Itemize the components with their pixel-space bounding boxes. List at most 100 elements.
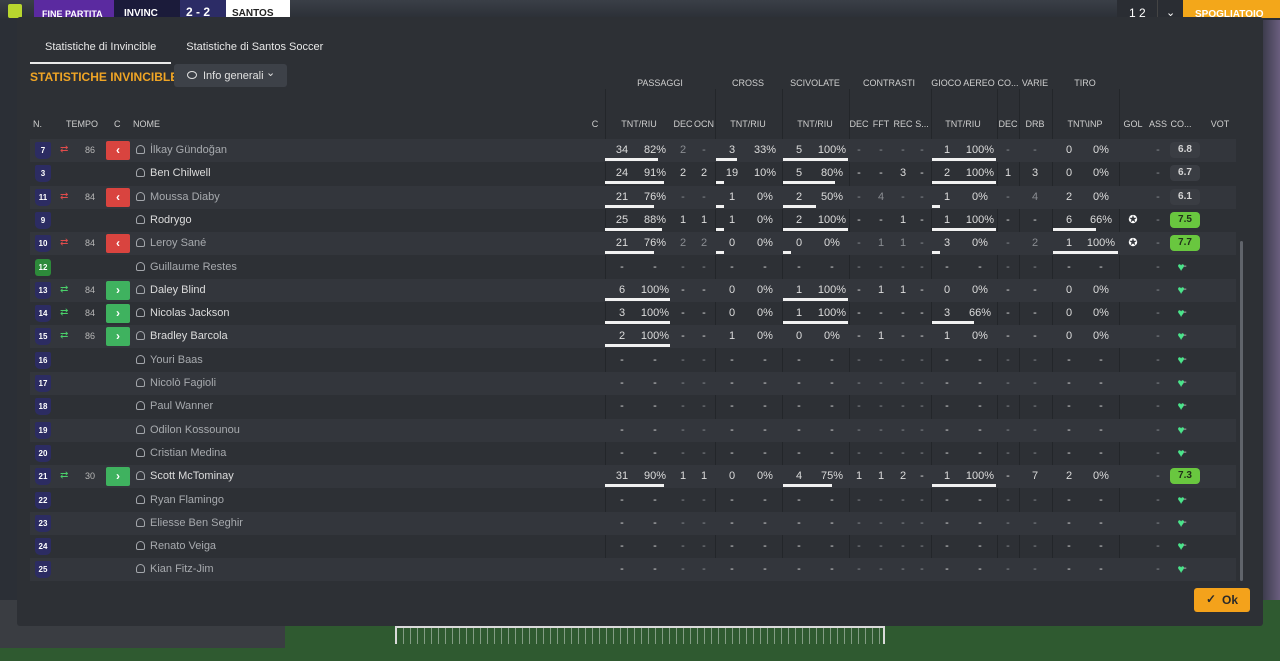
column-header-tempo[interactable]: TEMPO — [66, 119, 98, 129]
column-header-pass-ocn[interactable]: OCN — [694, 119, 714, 129]
player-name[interactable]: Daley Blind — [150, 284, 206, 296]
player-name[interactable]: Renato Veiga — [150, 540, 216, 552]
stat-cell: 0% — [972, 237, 988, 250]
player-name[interactable]: Ryan Flamingo — [150, 494, 224, 506]
stat-cell: 0 — [943, 283, 951, 296]
player-name[interactable]: Scott McTominay — [150, 470, 234, 482]
shirt-number: 18 — [35, 398, 51, 416]
scrollbar[interactable] — [1240, 241, 1243, 581]
player-name[interactable]: Moussa Diaby — [150, 191, 220, 203]
stat-cell: - — [901, 563, 905, 576]
stat-cell: - — [879, 377, 883, 389]
player-name[interactable]: İlkay Gündoğan — [150, 144, 227, 156]
stat-cell: 21 — [615, 190, 629, 203]
column-header-co-dec[interactable]: DEC — [998, 119, 1017, 129]
player-name[interactable]: Youri Baas — [150, 354, 203, 366]
player-row[interactable]: 10 ⇄ 84 ‹ Leroy Sané 21 76% 2 2 0 0% 0 0% -1 1-3 0% -2 1 1… — [30, 232, 1236, 256]
player-name[interactable]: Odilon Kossounou — [150, 424, 240, 436]
player-name[interactable]: Bradley Barcola — [150, 330, 228, 342]
column-header-nome[interactable]: NOME — [133, 119, 160, 129]
player-name[interactable]: Paul Wanner — [150, 400, 213, 412]
stat-cell: - — [653, 563, 657, 576]
player-row[interactable]: 19 Odilon Kossounou - - - - - - - - - - - - - - - - - - - ♥ - — [30, 418, 1236, 442]
stat-cell: - — [1156, 377, 1160, 389]
player-row[interactable]: 12 Guillaume Restes - - - - - - - - - - - - - - - - - - - ♥ - — [30, 256, 1236, 279]
player-name[interactable]: Leroy Sané — [150, 237, 206, 249]
player-row[interactable]: 16 Youri Baas - - - - - - - - - - - - - - - - - - - ♥ - — [30, 349, 1236, 372]
home-team: INVINC — [114, 0, 184, 19]
column-header-gol[interactable]: GOL — [1123, 119, 1142, 129]
chevron-right-icon[interactable]: › — [106, 327, 130, 347]
column-header-con-dec[interactable]: DEC — [849, 119, 868, 129]
column-header-ass[interactable]: ASS — [1149, 119, 1167, 129]
background-left — [0, 20, 18, 620]
player-row[interactable]: 3 Ben Chilwell 24 91% 2 2 19 10% 5 80% - -3-2 100% 1 3… — [30, 162, 1236, 185]
column-header-co[interactable]: CO... — [1170, 119, 1191, 129]
stat-cell: - — [1006, 470, 1010, 483]
player-name[interactable]: Nicolas Jackson — [150, 307, 229, 319]
stat-cell: - — [681, 400, 685, 413]
shirt-number: 25 — [35, 561, 51, 579]
column-header-num[interactable]: N. — [33, 119, 42, 129]
column-header-con-rec[interactable]: REC — [893, 119, 912, 129]
player-row[interactable]: 24 Renato Veiga - - - - - - - - - - - - - - - - - - - ♥ - — [30, 535, 1236, 558]
column-header-c2[interactable]: C — [592, 119, 599, 129]
chevron-right-icon[interactable]: › — [106, 467, 130, 487]
player-name[interactable]: Nicolò Fagioli — [150, 377, 216, 389]
column-header-cross-tntriu[interactable]: TNT/RIU — [730, 119, 766, 129]
view-dropdown[interactable]: Info generali ⌄ — [174, 64, 287, 87]
stat-cell: - — [653, 516, 657, 529]
player-row[interactable]: 13 ⇄ 84 › Daley Blind 6 100% - -0 0% 1 100% -1 1-0 0% -… — [30, 278, 1236, 302]
stat-cell: - — [653, 493, 657, 506]
player-name[interactable]: Kian Fitz-Jim — [150, 563, 214, 575]
player-row[interactable]: 21 ⇄ 30 › Scott McTominay 31 90% 1 1 0 0% 4 75% 1 1 2-1… — [30, 465, 1236, 489]
column-header-con-fft[interactable]: FFT — [873, 119, 890, 129]
shirt-number: 12 — [35, 258, 51, 276]
stat-cell: - — [681, 563, 685, 576]
player-name[interactable]: Rodrygo — [150, 214, 192, 226]
player-row[interactable]: 22 Ryan Flamingo - - - - - - - - - - - - - - - - - - - ♥ - — [30, 489, 1236, 512]
player-row[interactable]: 20 Cristian Medina - - - - - - - - - - - - - - - - - - - ♥ - — [30, 442, 1236, 465]
chevron-right-icon[interactable]: › — [106, 280, 130, 300]
stat-cell: - — [1006, 353, 1010, 366]
column-header-c[interactable]: C — [114, 119, 121, 129]
column-header-varie-drb[interactable]: DRB — [1025, 119, 1044, 129]
column-header-aereo-tntriu[interactable]: TNT/RIU — [945, 119, 981, 129]
stat-cell: - — [857, 400, 861, 413]
stat-cell: - — [620, 540, 624, 553]
column-header-tiro-tntinp[interactable]: TNT\INP — [1068, 119, 1103, 129]
chevron-left-icon[interactable]: ‹ — [106, 141, 130, 160]
column-header-sciv-tntriu[interactable]: TNT/RIU — [797, 119, 833, 129]
column-header-con-s[interactable]: S... — [915, 119, 929, 129]
dressing-room-button[interactable]: SPOGLIATOIO — [1183, 0, 1280, 20]
player-row[interactable]: 23 Eliesse Ben Seghir - - - - - - - - - - - - - - - - - - - ♥… — [30, 511, 1236, 535]
ok-button[interactable]: ✓ Ok — [1194, 588, 1250, 612]
counter-button[interactable]: 1 2 — [1117, 0, 1157, 20]
player-row[interactable]: 17 Nicolò Fagioli - - - - - - - - - - - - - - - - - - - ♥ - — [30, 372, 1236, 395]
player-name[interactable]: Guillaume Restes — [150, 261, 237, 273]
stat-cell: - — [1033, 213, 1037, 226]
chevron-left-icon[interactable]: ‹ — [106, 234, 130, 254]
player-row[interactable]: 25 Kian Fitz-Jim - - - - - - - - - - - - - - - - - - - ♥ - — [30, 558, 1236, 582]
stat-cell: - — [945, 353, 949, 366]
column-header-vot[interactable]: VOT — [1211, 119, 1230, 129]
player-name[interactable]: Ben Chilwell — [150, 167, 211, 179]
player-row[interactable]: 9 Rodrygo 25 88% 1 1 1 0% 2 100% - -1-1 100% - -6 66% - ✪… — [30, 209, 1236, 232]
chevron-down-icon[interactable]: ⌄ — [1157, 0, 1183, 19]
stat-cell: 100% — [640, 283, 670, 296]
player-row[interactable]: 7 ⇄ 86 ‹ İlkay Gündoğan 34 82% 2-3 33% 5 100% - - - -1… — [30, 139, 1236, 162]
stat-cell: - — [830, 493, 834, 506]
player-name[interactable]: Cristian Medina — [150, 447, 226, 459]
stat-cell: - — [1099, 260, 1103, 273]
chevron-right-icon[interactable]: › — [106, 304, 130, 324]
tab-home-stats[interactable]: Statistiche di Invincible — [30, 36, 172, 64]
tab-away-stats[interactable]: Statistiche di Santos Soccer — [171, 36, 338, 64]
player-row[interactable]: 14 ⇄ 84 › Nicolas Jackson 3 100% - -0 0% 1 100% - - - -… — [30, 302, 1236, 325]
player-name[interactable]: Eliesse Ben Seghir — [150, 517, 243, 529]
player-row[interactable]: 15 ⇄ 86 › Bradley Barcola 2 100% - -1 0% 0 0% -1- -1 0… — [30, 325, 1236, 349]
column-header-pass-tntriu[interactable]: TNT/RIU — [621, 119, 657, 129]
chevron-left-icon[interactable]: ‹ — [106, 187, 130, 207]
player-row[interactable]: 11 ⇄ 84 ‹ Moussa Diaby 21 76% - -1 0% 2 50% -4- -1 0% -… — [30, 185, 1236, 209]
player-row[interactable]: 18 Paul Wanner - - - - - - - - - - - - - - - - - - - ♥ - — [30, 395, 1236, 418]
column-header-pass-dec[interactable]: DEC — [673, 119, 692, 129]
